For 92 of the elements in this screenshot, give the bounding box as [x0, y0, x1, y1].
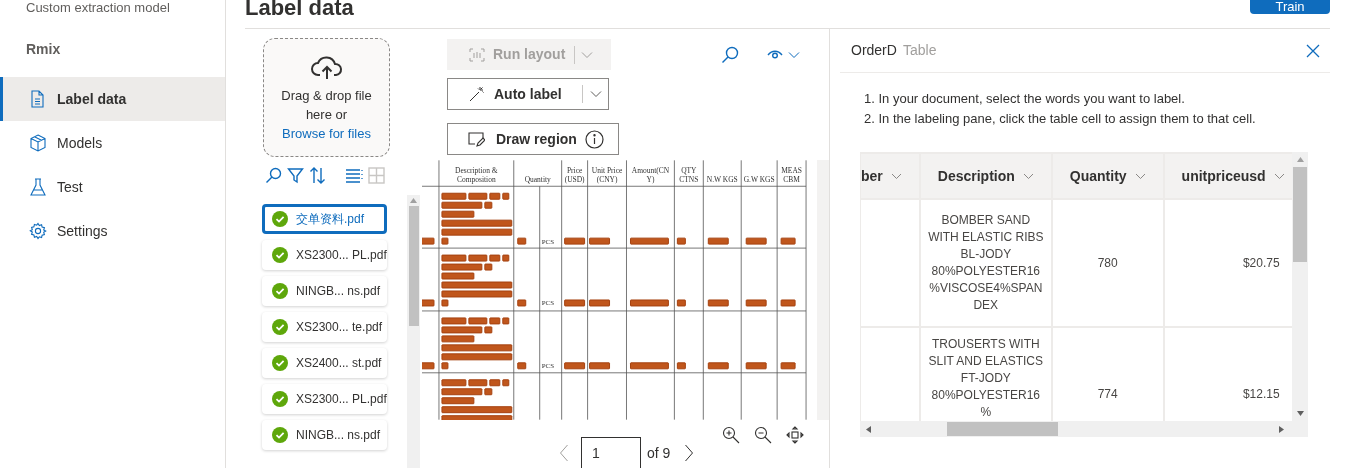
nav-item[interactable]: Label data [0, 77, 225, 121]
scroll-right-icon[interactable] [1279, 425, 1284, 433]
check-circle-icon [272, 427, 288, 443]
label-highlight [780, 237, 796, 245]
close-icon[interactable] [1306, 43, 1320, 58]
file-item[interactable]: XS2400... st.pdf [262, 348, 387, 378]
check-circle-icon [272, 247, 288, 263]
file-item[interactable]: NINGB... ns.pdf [262, 276, 387, 306]
chevron-down-icon [581, 50, 594, 59]
upload-drop-zone[interactable]: Drag & drop file here or Browse for files [263, 38, 390, 157]
scroll-left-icon[interactable] [866, 425, 871, 433]
chevron-down-icon [589, 90, 602, 98]
label-highlight [630, 362, 669, 370]
label-highlight [780, 362, 796, 370]
instruction-text: 1. In your document, select the words you want to label. [864, 90, 1186, 108]
label-highlight [707, 237, 729, 245]
file-item[interactable]: 交单资料.pdf [262, 204, 387, 234]
label-highlight [589, 362, 611, 370]
table-cell[interactable]: 780 [1051, 199, 1164, 327]
column-header[interactable]: Quantity [1051, 153, 1164, 199]
file-item[interactable]: NINGB... ns.pdf [262, 420, 387, 450]
instruction-text: 2. In the labeling pane, click the table cell to assign them to that cell. [864, 110, 1257, 128]
sort-icon[interactable] [309, 167, 326, 184]
page-number-field[interactable]: 1 [581, 437, 641, 468]
filter-icon[interactable] [287, 167, 304, 184]
label-highlight [630, 237, 669, 245]
info-icon[interactable] [584, 129, 604, 149]
chevron-down-icon [1022, 172, 1034, 180]
label-highlight [676, 237, 686, 245]
fit-page-icon[interactable] [786, 426, 804, 444]
file-item[interactable]: XS2300... PL.pdf [262, 384, 387, 414]
zoom-in-icon[interactable] [722, 426, 740, 444]
label-highlight [422, 362, 435, 370]
scroll-down-icon[interactable] [1296, 411, 1304, 416]
label-highlight [745, 299, 767, 307]
label-highlight [564, 237, 586, 245]
model-name: Custom extraction model [26, 0, 170, 14]
label-highlight [676, 362, 686, 370]
check-circle-icon [272, 319, 288, 335]
nav-item[interactable]: Test [0, 165, 225, 209]
field-type: Table [903, 41, 937, 60]
label-highlight [564, 299, 586, 307]
label-highlight [707, 299, 729, 307]
cloud-upload-icon [309, 55, 344, 81]
train-button[interactable]: Train [1250, 0, 1330, 14]
check-circle-icon [272, 391, 288, 407]
label-highlight [422, 299, 435, 307]
column-header[interactable]: unitpriceusd [1163, 153, 1292, 199]
check-circle-icon [272, 211, 288, 227]
scan-icon [469, 47, 485, 62]
project-name: Rmix [25, 40, 62, 59]
label-highlight [745, 362, 767, 370]
search-icon[interactable] [265, 167, 282, 184]
auto-label-button[interactable]: Auto label [447, 78, 609, 110]
list-view-icon[interactable] [345, 168, 363, 183]
chevron-down-icon [1134, 172, 1146, 180]
nav-item[interactable]: Settings [0, 209, 225, 253]
label-highlight [780, 299, 796, 307]
chevron-down-icon [890, 172, 902, 180]
label-highlight [707, 362, 729, 370]
document-icon [29, 90, 47, 108]
label-highlight [745, 237, 767, 245]
scrollbar[interactable] [407, 195, 420, 468]
field-name-input[interactable]: OrderD [851, 40, 903, 61]
draw-region-icon [468, 131, 485, 147]
check-circle-icon [272, 355, 288, 371]
nav-item[interactable]: Models [0, 121, 225, 165]
search-icon[interactable] [721, 45, 739, 64]
table-cell[interactable]: BOMBER SAND WITH ELASTIC RIBS BL-JODY 80%POLYESTER16%VISCOSE4%SPANDEX [919, 199, 1052, 327]
page-count: of 9 [647, 443, 671, 463]
visibility-icon[interactable] [767, 49, 783, 60]
upload-instructions: Drag & drop file here or [280, 87, 373, 124]
magic-wand-icon [469, 86, 485, 102]
zoom-out-icon[interactable] [754, 426, 772, 444]
label-highlight [589, 237, 611, 245]
label-highlight [630, 299, 669, 307]
label-highlight [422, 237, 435, 245]
file-item[interactable]: XS2300... PL.pdf [262, 240, 387, 270]
chevron-right-icon[interactable] [684, 444, 695, 462]
gear-icon [29, 222, 47, 240]
chevron-down-icon [1273, 172, 1285, 180]
column-header[interactable]: Description [919, 153, 1052, 199]
file-item[interactable]: XS2300... te.pdf [262, 312, 387, 342]
draw-region-button[interactable]: Draw region [447, 123, 619, 155]
cube-icon [29, 134, 47, 152]
flask-icon [29, 178, 47, 196]
browse-files-link[interactable]: Browse for files [282, 124, 371, 143]
check-circle-icon [272, 283, 288, 299]
label-highlight [564, 362, 586, 370]
label-highlight [589, 299, 611, 307]
column-header[interactable]: ber [860, 153, 920, 199]
label-highlight [676, 299, 686, 307]
